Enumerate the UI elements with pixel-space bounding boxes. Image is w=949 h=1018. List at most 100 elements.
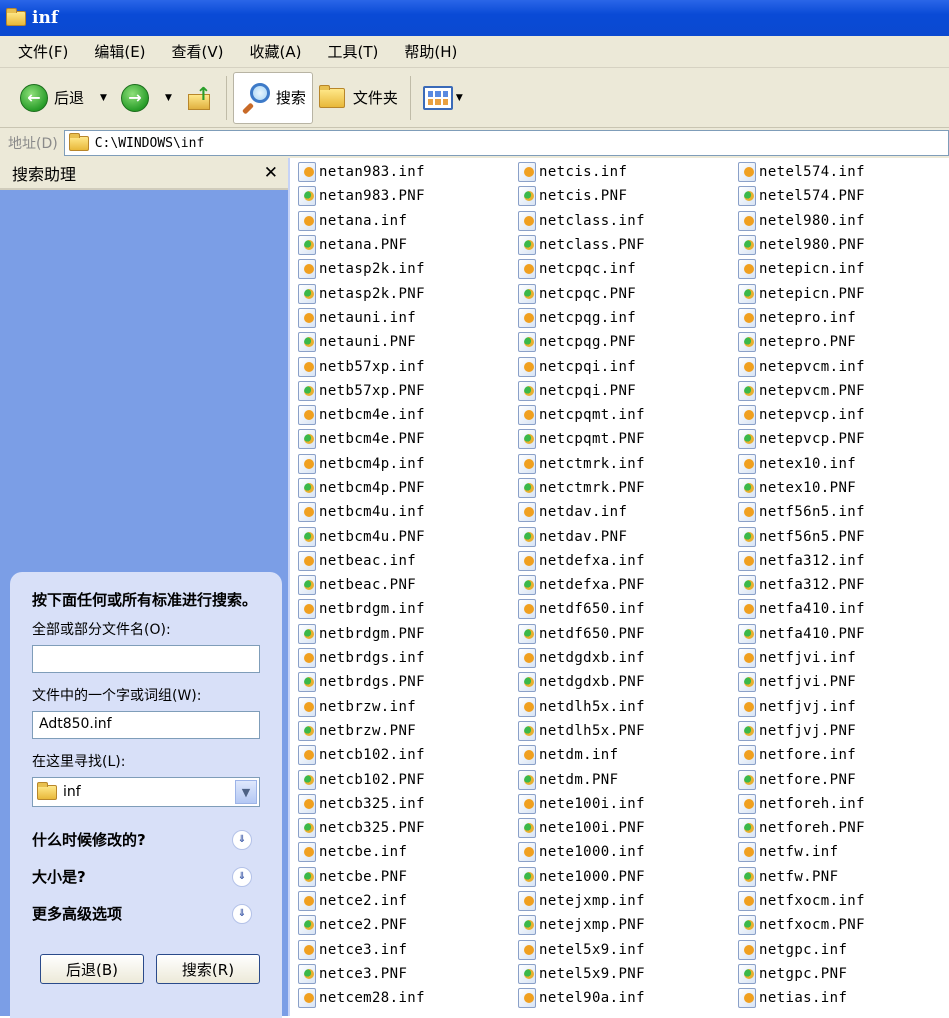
file-item[interactable]: netel5x9.inf: [518, 938, 738, 962]
file-item[interactable]: netfxocm.PNF: [738, 913, 949, 937]
file-item[interactable]: netdf650.PNF: [518, 622, 738, 646]
menu-favorites[interactable]: 收藏(A): [250, 41, 302, 62]
file-item[interactable]: netclass.PNF: [518, 233, 738, 257]
file-item[interactable]: netgpc.inf: [738, 938, 949, 962]
file-item[interactable]: netforeh.inf: [738, 792, 949, 816]
file-item[interactable]: netfa312.PNF: [738, 573, 949, 597]
file-item[interactable]: netauni.inf: [298, 306, 518, 330]
file-item[interactable]: netforeh.PNF: [738, 816, 949, 840]
file-item[interactable]: nete1000.PNF: [518, 865, 738, 889]
file-item[interactable]: netan983.PNF: [298, 184, 518, 208]
file-item[interactable]: netfa312.inf: [738, 549, 949, 573]
file-item[interactable]: netel980.inf: [738, 209, 949, 233]
file-item[interactable]: netbcm4u.inf: [298, 500, 518, 524]
file-item[interactable]: netepvcm.PNF: [738, 379, 949, 403]
chevron-down-icon[interactable]: ▼: [235, 780, 257, 804]
file-item[interactable]: netasp2k.inf: [298, 257, 518, 281]
filename-input[interactable]: [32, 645, 260, 673]
file-item[interactable]: netfw.PNF: [738, 865, 949, 889]
option-advanced[interactable]: 更多高级选项 ⇓: [32, 895, 262, 932]
option-modified-date[interactable]: 什么时候修改的? ⇓: [32, 821, 262, 858]
file-item[interactable]: netcpqc.inf: [518, 257, 738, 281]
folders-button[interactable]: 文件夹: [313, 72, 404, 124]
file-item[interactable]: netex10.PNF: [738, 476, 949, 500]
file-item[interactable]: netdav.PNF: [518, 524, 738, 548]
file-item[interactable]: netce2.inf: [298, 889, 518, 913]
phrase-input[interactable]: Adt850.inf: [32, 711, 260, 739]
file-item[interactable]: netfa410.PNF: [738, 622, 949, 646]
file-item[interactable]: netdgdxb.PNF: [518, 670, 738, 694]
forward-dropdown-icon[interactable]: ▼: [165, 93, 172, 103]
file-item[interactable]: netbcm4e.inf: [298, 403, 518, 427]
file-item[interactable]: netctmrk.inf: [518, 452, 738, 476]
file-item[interactable]: netcpqi.inf: [518, 354, 738, 378]
file-item[interactable]: netfore.PNF: [738, 767, 949, 791]
file-item[interactable]: netbcm4p.PNF: [298, 476, 518, 500]
file-item[interactable]: netdgdxb.inf: [518, 646, 738, 670]
file-item[interactable]: netce2.PNF: [298, 913, 518, 937]
file-item[interactable]: netbrzw.PNF: [298, 719, 518, 743]
menu-file[interactable]: 文件(F): [18, 41, 68, 62]
file-item[interactable]: netbcm4u.PNF: [298, 524, 518, 548]
file-item[interactable]: netdf650.inf: [518, 597, 738, 621]
file-item[interactable]: netcpqmt.PNF: [518, 427, 738, 451]
title-bar[interactable]: inf: [0, 0, 949, 36]
file-item[interactable]: netel90a.inf: [518, 986, 738, 1010]
address-field[interactable]: C:\WINDOWS\inf: [63, 130, 949, 156]
file-item[interactable]: netepvcp.PNF: [738, 427, 949, 451]
file-item[interactable]: netex10.inf: [738, 452, 949, 476]
file-item[interactable]: netcbe.PNF: [298, 865, 518, 889]
file-item[interactable]: netb57xp.PNF: [298, 379, 518, 403]
file-item[interactable]: netfjvi.PNF: [738, 670, 949, 694]
menu-help[interactable]: 帮助(H): [404, 41, 457, 62]
pane-back-button[interactable]: 后退(B): [40, 954, 144, 984]
views-button[interactable]: ▼: [417, 72, 469, 124]
file-item[interactable]: netel574.inf: [738, 160, 949, 184]
file-item[interactable]: netfw.inf: [738, 840, 949, 864]
file-item[interactable]: netepvcp.inf: [738, 403, 949, 427]
file-item[interactable]: netel5x9.PNF: [518, 962, 738, 986]
file-item[interactable]: netasp2k.PNF: [298, 281, 518, 305]
file-item[interactable]: netf56n5.PNF: [738, 524, 949, 548]
file-item[interactable]: nete100i.inf: [518, 792, 738, 816]
menu-edit[interactable]: 编辑(E): [94, 41, 145, 62]
file-item[interactable]: netdefxa.inf: [518, 549, 738, 573]
menu-tools[interactable]: 工具(T): [327, 41, 378, 62]
option-size[interactable]: 大小是? ⇓: [32, 858, 262, 895]
back-dropdown-icon[interactable]: ▼: [100, 93, 107, 103]
file-item[interactable]: netcb325.PNF: [298, 816, 518, 840]
file-item[interactable]: netbrdgs.PNF: [298, 670, 518, 694]
file-item[interactable]: nete100i.PNF: [518, 816, 738, 840]
file-item[interactable]: netcpqg.inf: [518, 306, 738, 330]
file-item[interactable]: netb57xp.inf: [298, 354, 518, 378]
file-item[interactable]: netcpqmt.inf: [518, 403, 738, 427]
file-item[interactable]: netbrdgs.inf: [298, 646, 518, 670]
file-item[interactable]: netbcm4p.inf: [298, 452, 518, 476]
file-item[interactable]: netdlh5x.inf: [518, 695, 738, 719]
file-item[interactable]: netf56n5.inf: [738, 500, 949, 524]
file-item[interactable]: netgpc.PNF: [738, 962, 949, 986]
file-item[interactable]: netias.inf: [738, 986, 949, 1010]
file-item[interactable]: netepvcm.inf: [738, 354, 949, 378]
file-item[interactable]: netcb325.inf: [298, 792, 518, 816]
file-item[interactable]: netctmrk.PNF: [518, 476, 738, 500]
file-item[interactable]: netauni.PNF: [298, 330, 518, 354]
file-item[interactable]: netcem28.inf: [298, 986, 518, 1010]
file-item[interactable]: netfjvj.PNF: [738, 719, 949, 743]
file-item[interactable]: netdefxa.PNF: [518, 573, 738, 597]
file-item[interactable]: netel980.PNF: [738, 233, 949, 257]
file-item[interactable]: netbeac.inf: [298, 549, 518, 573]
file-item[interactable]: netfxocm.inf: [738, 889, 949, 913]
double-chevron-down-icon[interactable]: ⇓: [232, 866, 252, 887]
file-item[interactable]: netejxmp.inf: [518, 889, 738, 913]
file-item[interactable]: netepro.inf: [738, 306, 949, 330]
look-in-select[interactable]: inf ▼: [32, 777, 260, 807]
menu-view[interactable]: 查看(V): [172, 41, 224, 62]
file-item[interactable]: netfjvi.inf: [738, 646, 949, 670]
search-button[interactable]: 搜索: [232, 71, 313, 124]
double-chevron-down-icon[interactable]: ⇓: [232, 903, 252, 924]
file-item[interactable]: netbcm4e.PNF: [298, 427, 518, 451]
file-item[interactable]: netbrdgm.inf: [298, 597, 518, 621]
file-item[interactable]: netel574.PNF: [738, 184, 949, 208]
file-item[interactable]: netdm.PNF: [518, 767, 738, 791]
